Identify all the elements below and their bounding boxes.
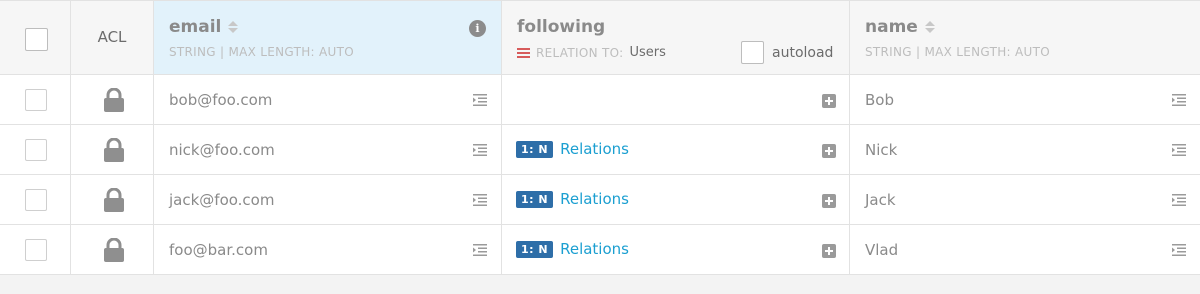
row-email-cell[interactable]: foo@bar.com (154, 225, 502, 274)
edit-icon[interactable] (473, 144, 487, 156)
add-relation-icon[interactable] (822, 194, 836, 208)
edit-icon[interactable] (473, 94, 487, 106)
name-title-text: name (865, 17, 918, 37)
row-checkbox[interactable] (25, 189, 47, 211)
row-email-cell[interactable]: bob@foo.com (154, 75, 502, 124)
following-column-title: following (517, 17, 606, 37)
row-select-cell (0, 125, 71, 174)
acl-column-title: ACL (97, 28, 127, 46)
name-value: Vlad (865, 241, 899, 259)
autoload-label: autoload (772, 45, 834, 61)
select-all-checkbox[interactable] (25, 28, 48, 51)
name-value: Jack (865, 191, 896, 209)
header-select-cell (0, 1, 71, 74)
table-row[interactable]: nick@foo.com 1: N Relations Nick (0, 125, 1200, 175)
table-row[interactable]: foo@bar.com 1: N Relations Vlad (0, 225, 1200, 275)
sort-icon[interactable] (228, 21, 239, 33)
row-checkbox[interactable] (25, 139, 47, 161)
table-row[interactable]: bob@foo.com Bob (0, 75, 1200, 125)
relation-type-badge: 1: N (516, 190, 554, 208)
relation-type-badge: 1: N (516, 140, 554, 158)
edit-icon[interactable] (473, 244, 487, 256)
lock-icon (104, 188, 124, 212)
row-acl-cell[interactable] (71, 75, 154, 124)
row-email-cell[interactable]: nick@foo.com (154, 125, 502, 174)
row-select-cell (0, 175, 71, 224)
row-name-cell[interactable]: Vlad (850, 225, 1200, 274)
sort-icon[interactable] (924, 21, 935, 33)
email-value: foo@bar.com (169, 241, 268, 259)
name-column-type: STRING | MAX LENGTH: AUTO (865, 45, 1050, 59)
row-acl-cell[interactable] (71, 225, 154, 274)
table-row[interactable]: jack@foo.com 1: N Relations Jack (0, 175, 1200, 225)
edit-icon[interactable] (1172, 244, 1186, 256)
row-acl-cell[interactable] (71, 125, 154, 174)
relation-target: Users (629, 45, 666, 60)
name-column-title: name (865, 17, 935, 37)
relations-link[interactable]: Relations (560, 140, 629, 158)
info-icon[interactable]: i (469, 20, 486, 37)
lock-icon (104, 138, 124, 162)
header-name[interactable]: name STRING | MAX LENGTH: AUTO (850, 1, 1200, 74)
name-value: Bob (865, 91, 894, 109)
email-title-text: email (169, 17, 222, 37)
email-value: bob@foo.com (169, 91, 273, 109)
relation-link[interactable]: 1: N Relations (516, 240, 629, 258)
following-column-type: RELATION TO: Users (517, 45, 666, 60)
edit-icon[interactable] (1172, 94, 1186, 106)
relation-link[interactable]: 1: N Relations (516, 190, 629, 208)
row-following-cell[interactable] (502, 75, 850, 124)
data-browser-table: ACL email STRING | MAX LENGTH: AUTO i fo… (0, 0, 1200, 275)
row-select-cell (0, 225, 71, 274)
add-relation-icon[interactable] (822, 244, 836, 258)
header-acl[interactable]: ACL (71, 1, 154, 74)
edit-icon[interactable] (1172, 194, 1186, 206)
add-relation-icon[interactable] (822, 94, 836, 108)
autoload-checkbox[interactable] (741, 41, 764, 64)
row-email-cell[interactable]: jack@foo.com (154, 175, 502, 224)
email-value: jack@foo.com (169, 191, 275, 209)
add-relation-icon[interactable] (822, 144, 836, 158)
row-name-cell[interactable]: Jack (850, 175, 1200, 224)
row-name-cell[interactable]: Bob (850, 75, 1200, 124)
relations-link[interactable]: Relations (560, 190, 629, 208)
relation-type-badge: 1: N (516, 240, 554, 258)
relations-link[interactable]: Relations (560, 240, 629, 258)
email-value: nick@foo.com (169, 141, 275, 159)
header-email[interactable]: email STRING | MAX LENGTH: AUTO i (154, 1, 502, 74)
email-column-type: STRING | MAX LENGTH: AUTO (169, 45, 354, 59)
row-checkbox[interactable] (25, 239, 47, 261)
row-following-cell[interactable]: 1: N Relations (502, 225, 850, 274)
lock-icon (104, 238, 124, 262)
relation-icon (517, 47, 530, 58)
edit-icon[interactable] (1172, 144, 1186, 156)
row-select-cell (0, 75, 71, 124)
lock-icon (104, 88, 124, 112)
header-following[interactable]: following RELATION TO: Users autoload (502, 1, 850, 74)
relation-to-label: RELATION TO: (536, 45, 624, 60)
name-value: Nick (865, 141, 898, 159)
email-column-title: email (169, 17, 239, 37)
edit-icon[interactable] (473, 194, 487, 206)
relation-link[interactable]: 1: N Relations (516, 140, 629, 158)
table-header: ACL email STRING | MAX LENGTH: AUTO i fo… (0, 0, 1200, 75)
row-name-cell[interactable]: Nick (850, 125, 1200, 174)
row-checkbox[interactable] (25, 89, 47, 111)
row-acl-cell[interactable] (71, 175, 154, 224)
row-following-cell[interactable]: 1: N Relations (502, 125, 850, 174)
row-following-cell[interactable]: 1: N Relations (502, 175, 850, 224)
